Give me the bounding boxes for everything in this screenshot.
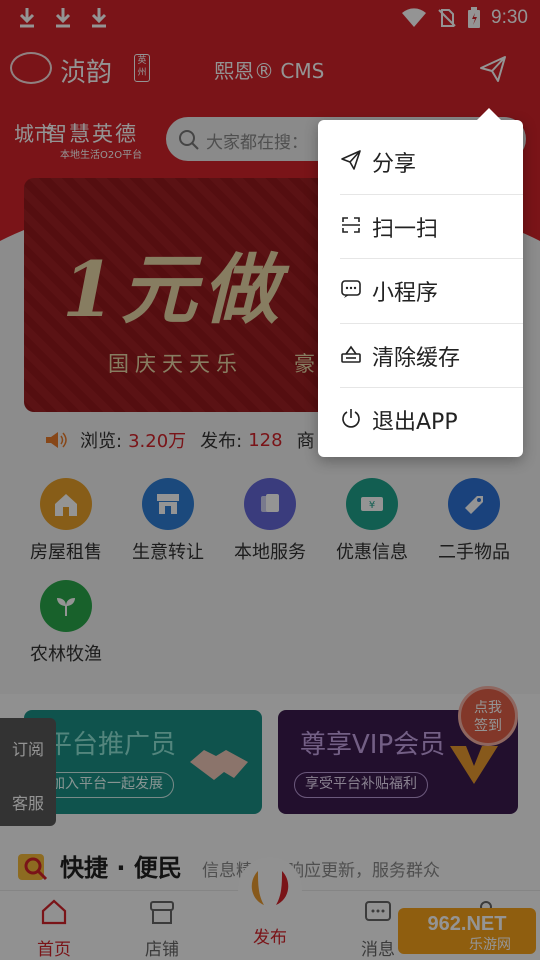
menu-item-label: 小程序 [372, 281, 439, 306]
menu-item-label: 退出APP [372, 410, 458, 435]
scan-icon [342, 217, 360, 233]
menu-item-share[interactable]: 分享 [340, 128, 520, 192]
menu-item-label: 分享 [372, 152, 417, 177]
power-icon [342, 409, 360, 428]
menu-item-clear-cache[interactable]: 清除缓存 [340, 322, 520, 386]
menu-item-exit[interactable]: 退出APP [340, 386, 520, 450]
popup-menu: 分享 扫一扫 小程序 清除缓存 退出APP [318, 108, 523, 457]
menu-item-label: 清除缓存 [372, 346, 461, 371]
menu-item-miniprogram[interactable]: 小程序 [340, 257, 520, 321]
send-icon [341, 150, 361, 170]
clear-cache-icon [341, 345, 361, 363]
miniprogram-icon [341, 280, 361, 298]
menu-item-scan[interactable]: 扫一扫 [340, 193, 520, 257]
app-screen: 9:30 浈韵 英州 熙恩® CMS 城市 智慧英德 本地生活O2O平台 大家都… [0, 0, 540, 960]
menu-item-label: 扫一扫 [372, 217, 439, 242]
